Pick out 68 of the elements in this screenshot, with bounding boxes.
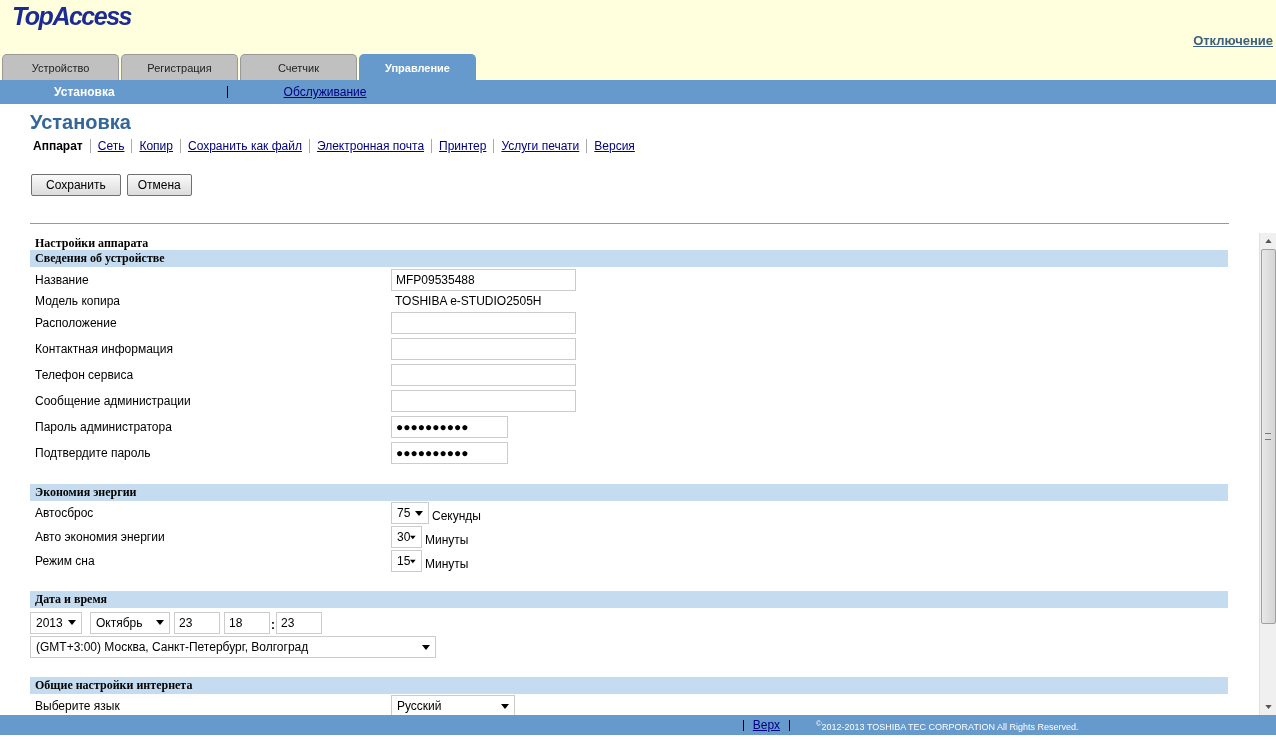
field-label: Авто экономия энергии: [35, 530, 166, 544]
caret-icon: [415, 510, 423, 516]
tab[interactable]: Устройство: [2, 54, 119, 80]
page-link[interactable]: Электронная почта: [308, 139, 432, 153]
input-field[interactable]: [391, 312, 576, 334]
model-value: TOSHIBA e-STUDIO2505H: [394, 293, 542, 308]
logout-link[interactable]: Отключение: [1193, 33, 1273, 48]
unit-label: Минуты: [425, 556, 469, 571]
field-label: Сообщение администрации: [35, 394, 192, 408]
field-label: Пароль администратора: [35, 420, 173, 434]
input-field[interactable]: MFP09535488: [391, 269, 576, 291]
page-link[interactable]: Сеть: [89, 139, 132, 153]
scroll-down-icon[interactable]: [1264, 705, 1272, 709]
scrollbar[interactable]: [1259, 233, 1276, 715]
timezone-dropdown[interactable]: (GMT+3:00) Москва, Санкт-Петербург, Волгоград: [30, 636, 436, 658]
field-label: Телефон сервиса: [35, 368, 135, 382]
hour-field[interactable]: 18: [224, 611, 270, 634]
dropdown[interactable]: Русский: [391, 695, 515, 715]
top-link[interactable]: Верх: [752, 718, 780, 732]
save-button[interactable]: Сохранить: [31, 174, 121, 196]
tab[interactable]: Регистрация: [121, 54, 238, 80]
panel-title: Настройки аппарата: [34, 236, 150, 250]
caret-icon: [410, 558, 416, 564]
caret-icon: [501, 703, 509, 709]
cancel-button[interactable]: Отмена: [126, 174, 192, 196]
caret-icon: [422, 644, 430, 650]
field-label: Контактная информация: [35, 342, 174, 356]
field-label: Подтвердите пароль: [35, 446, 152, 460]
page-link[interactable]: Сохранить как файл: [179, 139, 309, 153]
password-field[interactable]: ●●●●●●●●●●: [391, 416, 508, 438]
input-field[interactable]: [391, 338, 576, 360]
input-field[interactable]: [391, 364, 576, 386]
copyright: $^{©}$2012-2013 TOSHIBA TEC CORPORATION All Rights Reserved.: [816, 718, 1079, 732]
password-field[interactable]: ●●●●●●●●●●: [391, 442, 508, 464]
tab[interactable]: Счетчик: [240, 54, 357, 80]
field-label: Режим сна: [35, 554, 96, 568]
dropdown[interactable]: 30: [391, 526, 422, 548]
logo: TopAccess: [12, 2, 131, 31]
subnav-link[interactable]: Обслуживание: [283, 85, 367, 99]
dropdown[interactable]: 15: [391, 550, 422, 572]
unit-label: Секунды: [432, 508, 481, 523]
month-dropdown[interactable]: Октябрь: [90, 611, 170, 634]
field-label: Автосброс: [35, 506, 95, 520]
field-label: Расположение: [35, 316, 118, 330]
page-link[interactable]: Принтер: [431, 139, 494, 153]
section-header: Общие настройки интернета: [30, 677, 1228, 694]
day-field[interactable]: 23: [174, 611, 220, 634]
input-field[interactable]: [391, 390, 576, 412]
caret-icon: [156, 620, 164, 625]
minute-field[interactable]: 23: [276, 611, 322, 634]
time-separator: :: [271, 617, 275, 632]
caret-icon: [68, 620, 76, 625]
field-label: Модель копира: [35, 293, 121, 308]
unit-label: Минуты: [425, 532, 469, 547]
section-header: Сведения об устройстве: [30, 250, 1228, 267]
caret-icon: [410, 534, 416, 540]
section-header: Экономия энергии: [30, 484, 1228, 501]
page-title: Установка: [30, 111, 132, 134]
page-link[interactable]: Аппарат: [33, 139, 90, 153]
scroll-up-icon[interactable]: [1264, 239, 1272, 243]
field-label: Название: [35, 273, 90, 287]
section-header: Дата и время: [30, 591, 1228, 608]
page-link[interactable]: Версия: [586, 139, 642, 153]
field-label: Выберите язык: [35, 699, 121, 713]
year-dropdown[interactable]: 2013: [30, 611, 82, 634]
dropdown[interactable]: 75: [391, 502, 429, 524]
page-link[interactable]: Услуги печати: [493, 139, 587, 153]
page-link[interactable]: Копир: [131, 139, 180, 153]
